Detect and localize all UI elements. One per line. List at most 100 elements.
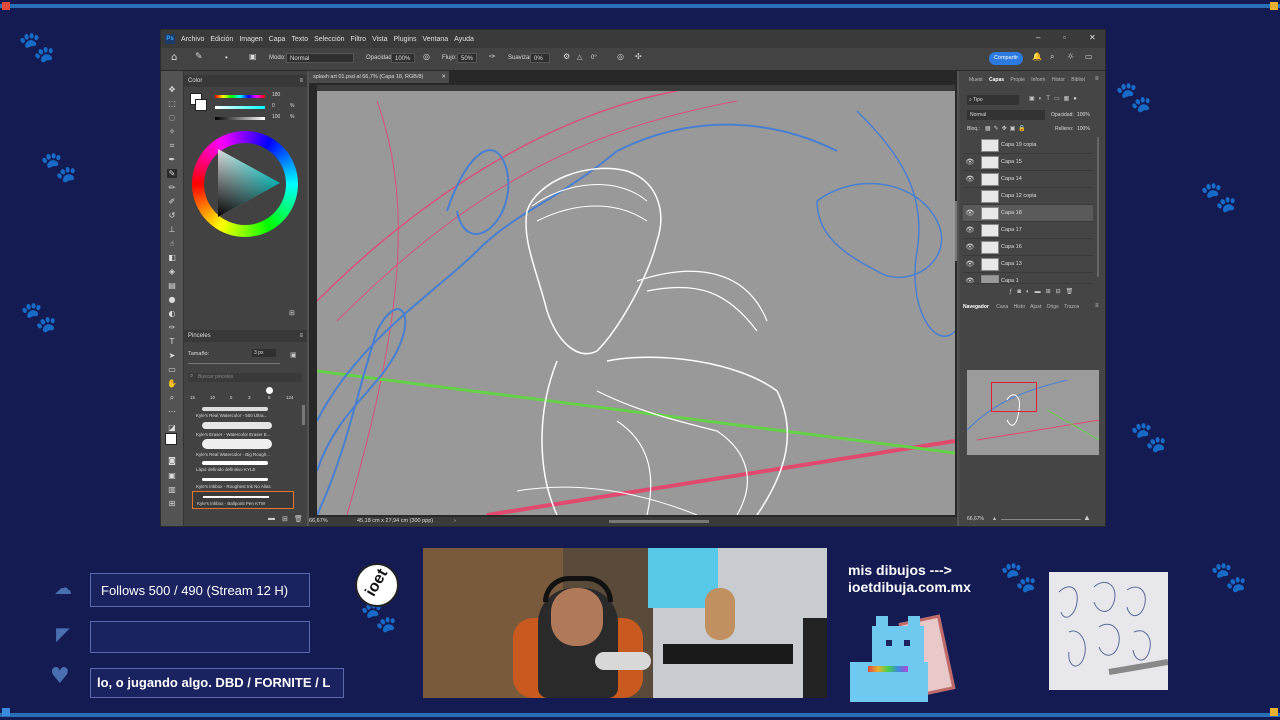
brushes-panel-title[interactable]: Pinceles bbox=[188, 333, 211, 339]
eye-icon[interactable]: 👁 bbox=[965, 239, 975, 255]
panel-menu-icon[interactable]: ≡ bbox=[1095, 76, 1099, 82]
sun-icon[interactable]: ☼ bbox=[1067, 52, 1074, 61]
path-selection-tool-icon[interactable]: ➤ bbox=[167, 351, 177, 360]
hue-slider[interactable] bbox=[215, 95, 265, 98]
tab-origen[interactable]: Orige bbox=[1047, 304, 1059, 310]
brush-item[interactable]: Kyle's Real Watercolor - Big Rough... bbox=[188, 437, 296, 457]
symmetry-icon[interactable]: ✣ bbox=[635, 52, 642, 61]
tab-capas[interactable]: Capas bbox=[989, 77, 1004, 83]
layer-row[interactable]: 👁 Capa 17 bbox=[963, 222, 1093, 239]
color-panel-title[interactable]: Color bbox=[188, 78, 202, 84]
eye-icon[interactable]: 👁 bbox=[965, 171, 975, 187]
history-brush-tool-icon[interactable]: ↺ bbox=[167, 211, 177, 220]
tab-ajustes[interactable]: Ajust bbox=[1030, 304, 1041, 310]
navigator-viewport-box[interactable] bbox=[991, 382, 1037, 412]
eyedropper-tool-icon[interactable]: ✒ bbox=[167, 155, 177, 164]
smoothing-field[interactable]: 0% bbox=[530, 53, 550, 63]
layers-scrollbar[interactable] bbox=[1097, 137, 1099, 277]
panel-menu-icon[interactable]: ≡ bbox=[299, 330, 303, 342]
menu-seleccion[interactable]: Selección bbox=[314, 36, 344, 43]
folder-icon[interactable]: ▬ bbox=[268, 515, 275, 522]
lock-icons[interactable]: ▦✎✥▣🔒 bbox=[985, 125, 1029, 132]
layer-row[interactable]: Capa 19 copia bbox=[963, 137, 1093, 154]
brush-preset-size[interactable]: 10 bbox=[210, 395, 215, 400]
lasso-tool-icon[interactable]: ◌ bbox=[167, 113, 177, 122]
navigator-zoom-slider[interactable] bbox=[1001, 519, 1081, 520]
navigator-zoom-value[interactable]: 66,67% bbox=[967, 516, 984, 522]
brush-preset-size[interactable]: 3 bbox=[248, 395, 251, 400]
zoom-out-icon[interactable]: ▴ bbox=[993, 515, 996, 522]
share-button[interactable]: Compartir bbox=[989, 52, 1023, 65]
size-slider[interactable] bbox=[188, 363, 280, 364]
fill-value[interactable]: 100% bbox=[1077, 126, 1090, 132]
tab-informacion[interactable]: Inform bbox=[1031, 77, 1045, 83]
more-tools-icon[interactable]: ⋯ bbox=[167, 407, 177, 416]
brush-preset-size[interactable]: 15 bbox=[190, 395, 195, 400]
panel-expand-icon[interactable]: ⊞ bbox=[289, 309, 295, 317]
hand-tool-icon[interactable]: ✋ bbox=[167, 379, 177, 388]
type-tool-icon[interactable]: T bbox=[167, 337, 177, 346]
tab-canales[interactable]: Cana bbox=[996, 304, 1008, 310]
minimize-button[interactable]: – bbox=[1036, 33, 1040, 42]
panel-menu-icon[interactable]: ≡ bbox=[1095, 303, 1099, 309]
tab-muestras[interactable]: Muest bbox=[969, 77, 983, 83]
layer-filter-dropdown[interactable]: ⌕ Tipo bbox=[967, 95, 1019, 105]
layer-row[interactable]: 👁 Capa 15 bbox=[963, 154, 1093, 171]
blend-mode-dropdown[interactable]: Normal bbox=[967, 110, 1045, 120]
menu-vista[interactable]: Vista bbox=[372, 36, 387, 43]
brush-preset-size[interactable]: 124 bbox=[286, 395, 294, 400]
layer-row[interactable]: 👁 Capa 13 bbox=[963, 256, 1093, 273]
layer-row[interactable]: Capa 12 copia bbox=[963, 188, 1093, 205]
pen-tool-icon[interactable]: ✑ bbox=[167, 323, 177, 332]
home-icon[interactable]: ⌂ bbox=[171, 52, 177, 63]
screen-mode-icon[interactable]: ▣ bbox=[167, 471, 177, 480]
drawing-canvas[interactable] bbox=[317, 91, 955, 515]
menu-plugins[interactable]: Plugins bbox=[394, 36, 417, 43]
brightness-slider[interactable] bbox=[215, 117, 265, 120]
new-brush-bottom-icon[interactable]: ⊞ bbox=[282, 515, 288, 523]
tab-propiedades[interactable]: Propie bbox=[1010, 77, 1024, 83]
menu-capa[interactable]: Capa bbox=[269, 36, 286, 43]
zoom-level[interactable]: 66,67% bbox=[309, 517, 328, 526]
layer-opacity-value[interactable]: 100% bbox=[1077, 112, 1090, 118]
document-tab[interactable]: splash art 01.psd al 66,7% (Capa 18, RGB… bbox=[309, 71, 449, 83]
tab-bibliotecas[interactable]: Bibliot bbox=[1071, 77, 1085, 83]
pressure-size-icon[interactable]: ◎ bbox=[617, 52, 624, 61]
opacity-field[interactable]: 100% bbox=[391, 53, 415, 63]
airbrush-icon[interactable]: ✑ bbox=[489, 52, 496, 61]
marquee-tool-icon[interactable]: ⬚ bbox=[167, 99, 177, 108]
flow-field[interactable]: 50% bbox=[457, 53, 477, 63]
maximize-button[interactable]: ▫ bbox=[1063, 33, 1066, 42]
color-triangle[interactable] bbox=[204, 143, 286, 225]
menu-ayuda[interactable]: Ayuda bbox=[454, 36, 474, 43]
brush-item[interactable]: Kyle's Eraser - Watercolor Eraser E... bbox=[188, 419, 296, 437]
pencil-tool-icon[interactable]: ✏ bbox=[167, 183, 177, 192]
tab-historia[interactable]: Histor bbox=[1052, 77, 1065, 83]
mode-dropdown[interactable]: Normal bbox=[286, 53, 354, 63]
brush-tool-icon[interactable]: ✎ bbox=[195, 52, 203, 62]
tab-trazos[interactable]: Trazos bbox=[1064, 304, 1079, 310]
layer-row[interactable]: 👁 Capa 16 bbox=[963, 239, 1093, 256]
layer-filter-icons[interactable]: ▣◐T▭▦● bbox=[1029, 95, 1081, 102]
workspace-icon[interactable]: ▭ bbox=[1085, 52, 1093, 61]
artboard-icon[interactable]: ▥ bbox=[167, 485, 177, 494]
status-arrow-icon[interactable]: › bbox=[454, 517, 456, 526]
gradient-tool-icon[interactable]: ▤ bbox=[167, 281, 177, 290]
pressure-opacity-icon[interactable]: ◎ bbox=[423, 52, 430, 61]
brush-preset-size[interactable]: 5 bbox=[230, 395, 233, 400]
dodge-tool-icon[interactable]: ◐ bbox=[167, 309, 177, 318]
gear-icon[interactable]: ⚙ bbox=[563, 52, 570, 61]
layer-actions[interactable]: ƒ◙◐▬⊞⊟🗑 bbox=[1009, 288, 1078, 295]
trash-icon[interactable]: 🗑 bbox=[294, 515, 303, 523]
menu-texto[interactable]: Texto bbox=[291, 36, 308, 43]
crop-tool-icon[interactable]: ⌗ bbox=[167, 141, 177, 150]
search-icon[interactable]: ⌕ bbox=[1050, 52, 1054, 62]
brush-preset-size[interactable]: 5 bbox=[268, 395, 271, 400]
eye-icon[interactable]: 👁 bbox=[965, 256, 975, 272]
smudge-tool-icon[interactable]: ☝ bbox=[167, 239, 177, 248]
tab-navegador[interactable]: Navegador bbox=[963, 304, 989, 310]
panel-menu-icon[interactable]: ≡ bbox=[299, 75, 303, 87]
navigator-preview[interactable] bbox=[967, 370, 1099, 455]
menu-edicion[interactable]: Edición bbox=[210, 36, 233, 43]
menu-archivo[interactable]: Archivo bbox=[181, 36, 204, 43]
